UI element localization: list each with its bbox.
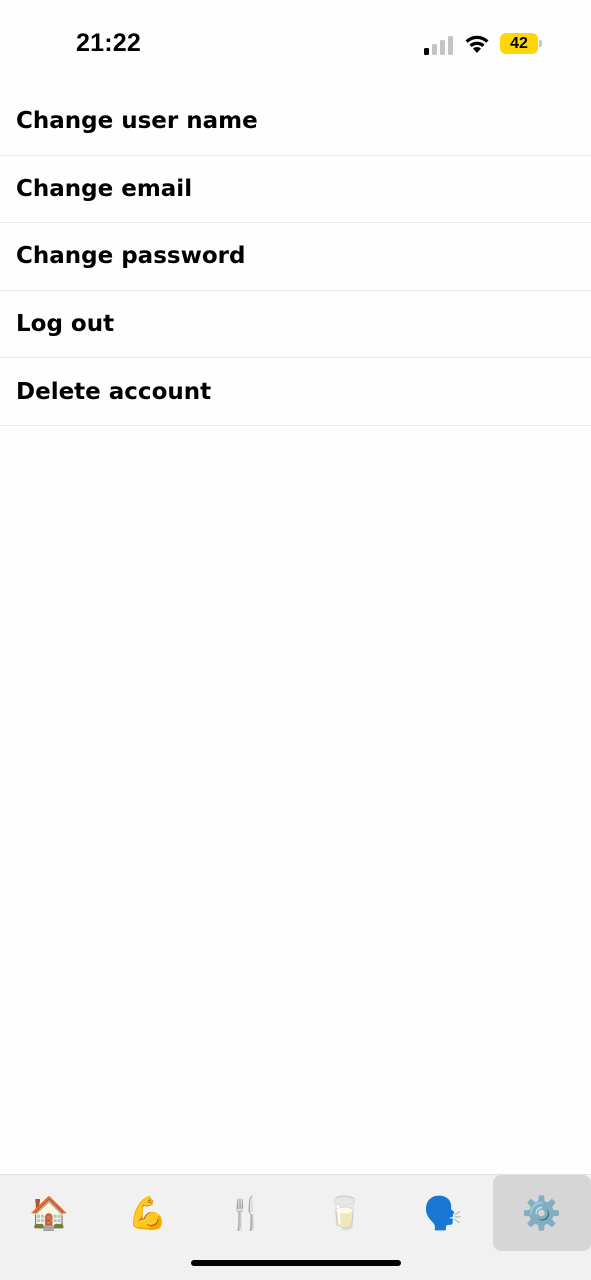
battery-icon: 42 — [500, 33, 538, 54]
change-email-item[interactable]: Change email — [0, 156, 591, 224]
home-indicator[interactable] — [191, 1260, 401, 1266]
gear-icon: ⚙️ — [521, 1194, 562, 1232]
speaking-head-icon: 🗣️ — [423, 1194, 464, 1232]
battery-cap — [539, 40, 542, 47]
glass-of-milk-icon: 🥛 — [324, 1194, 365, 1232]
status-time: 21:22 — [76, 29, 141, 57]
settings-screen: 21:22 42 Change user name Change email C… — [0, 0, 591, 1280]
delete-account-item[interactable]: Delete account — [0, 358, 591, 426]
tab-chat[interactable]: 🗣️ — [394, 1175, 493, 1251]
tab-home[interactable]: 🏠 — [0, 1175, 99, 1251]
fork-and-knife-icon: 🍴 — [226, 1194, 267, 1232]
flexed-biceps-icon: 💪 — [127, 1194, 168, 1232]
tab-drinks[interactable]: 🥛 — [296, 1175, 395, 1251]
cellular-signal-icon — [424, 35, 454, 55]
change-password-item[interactable]: Change password — [0, 223, 591, 291]
battery-level: 42 — [510, 34, 528, 52]
change-user-name-item[interactable]: Change user name — [0, 88, 591, 156]
tab-settings[interactable]: ⚙️ — [492, 1175, 591, 1251]
settings-item-label: Change password — [16, 243, 246, 270]
status-bar: 21:22 42 — [0, 0, 591, 88]
tab-workout[interactable]: 💪 — [99, 1175, 198, 1251]
tab-food[interactable]: 🍴 — [197, 1175, 296, 1251]
log-out-item[interactable]: Log out — [0, 291, 591, 359]
settings-item-label: Log out — [16, 311, 115, 338]
settings-list: Change user name Change email Change pas… — [0, 88, 591, 426]
settings-item-label: Delete account — [16, 378, 212, 405]
house-icon: 🏠 — [29, 1194, 70, 1232]
wifi-icon — [465, 35, 489, 53]
settings-item-label: Change user name — [16, 108, 258, 135]
settings-item-label: Change email — [16, 175, 193, 202]
